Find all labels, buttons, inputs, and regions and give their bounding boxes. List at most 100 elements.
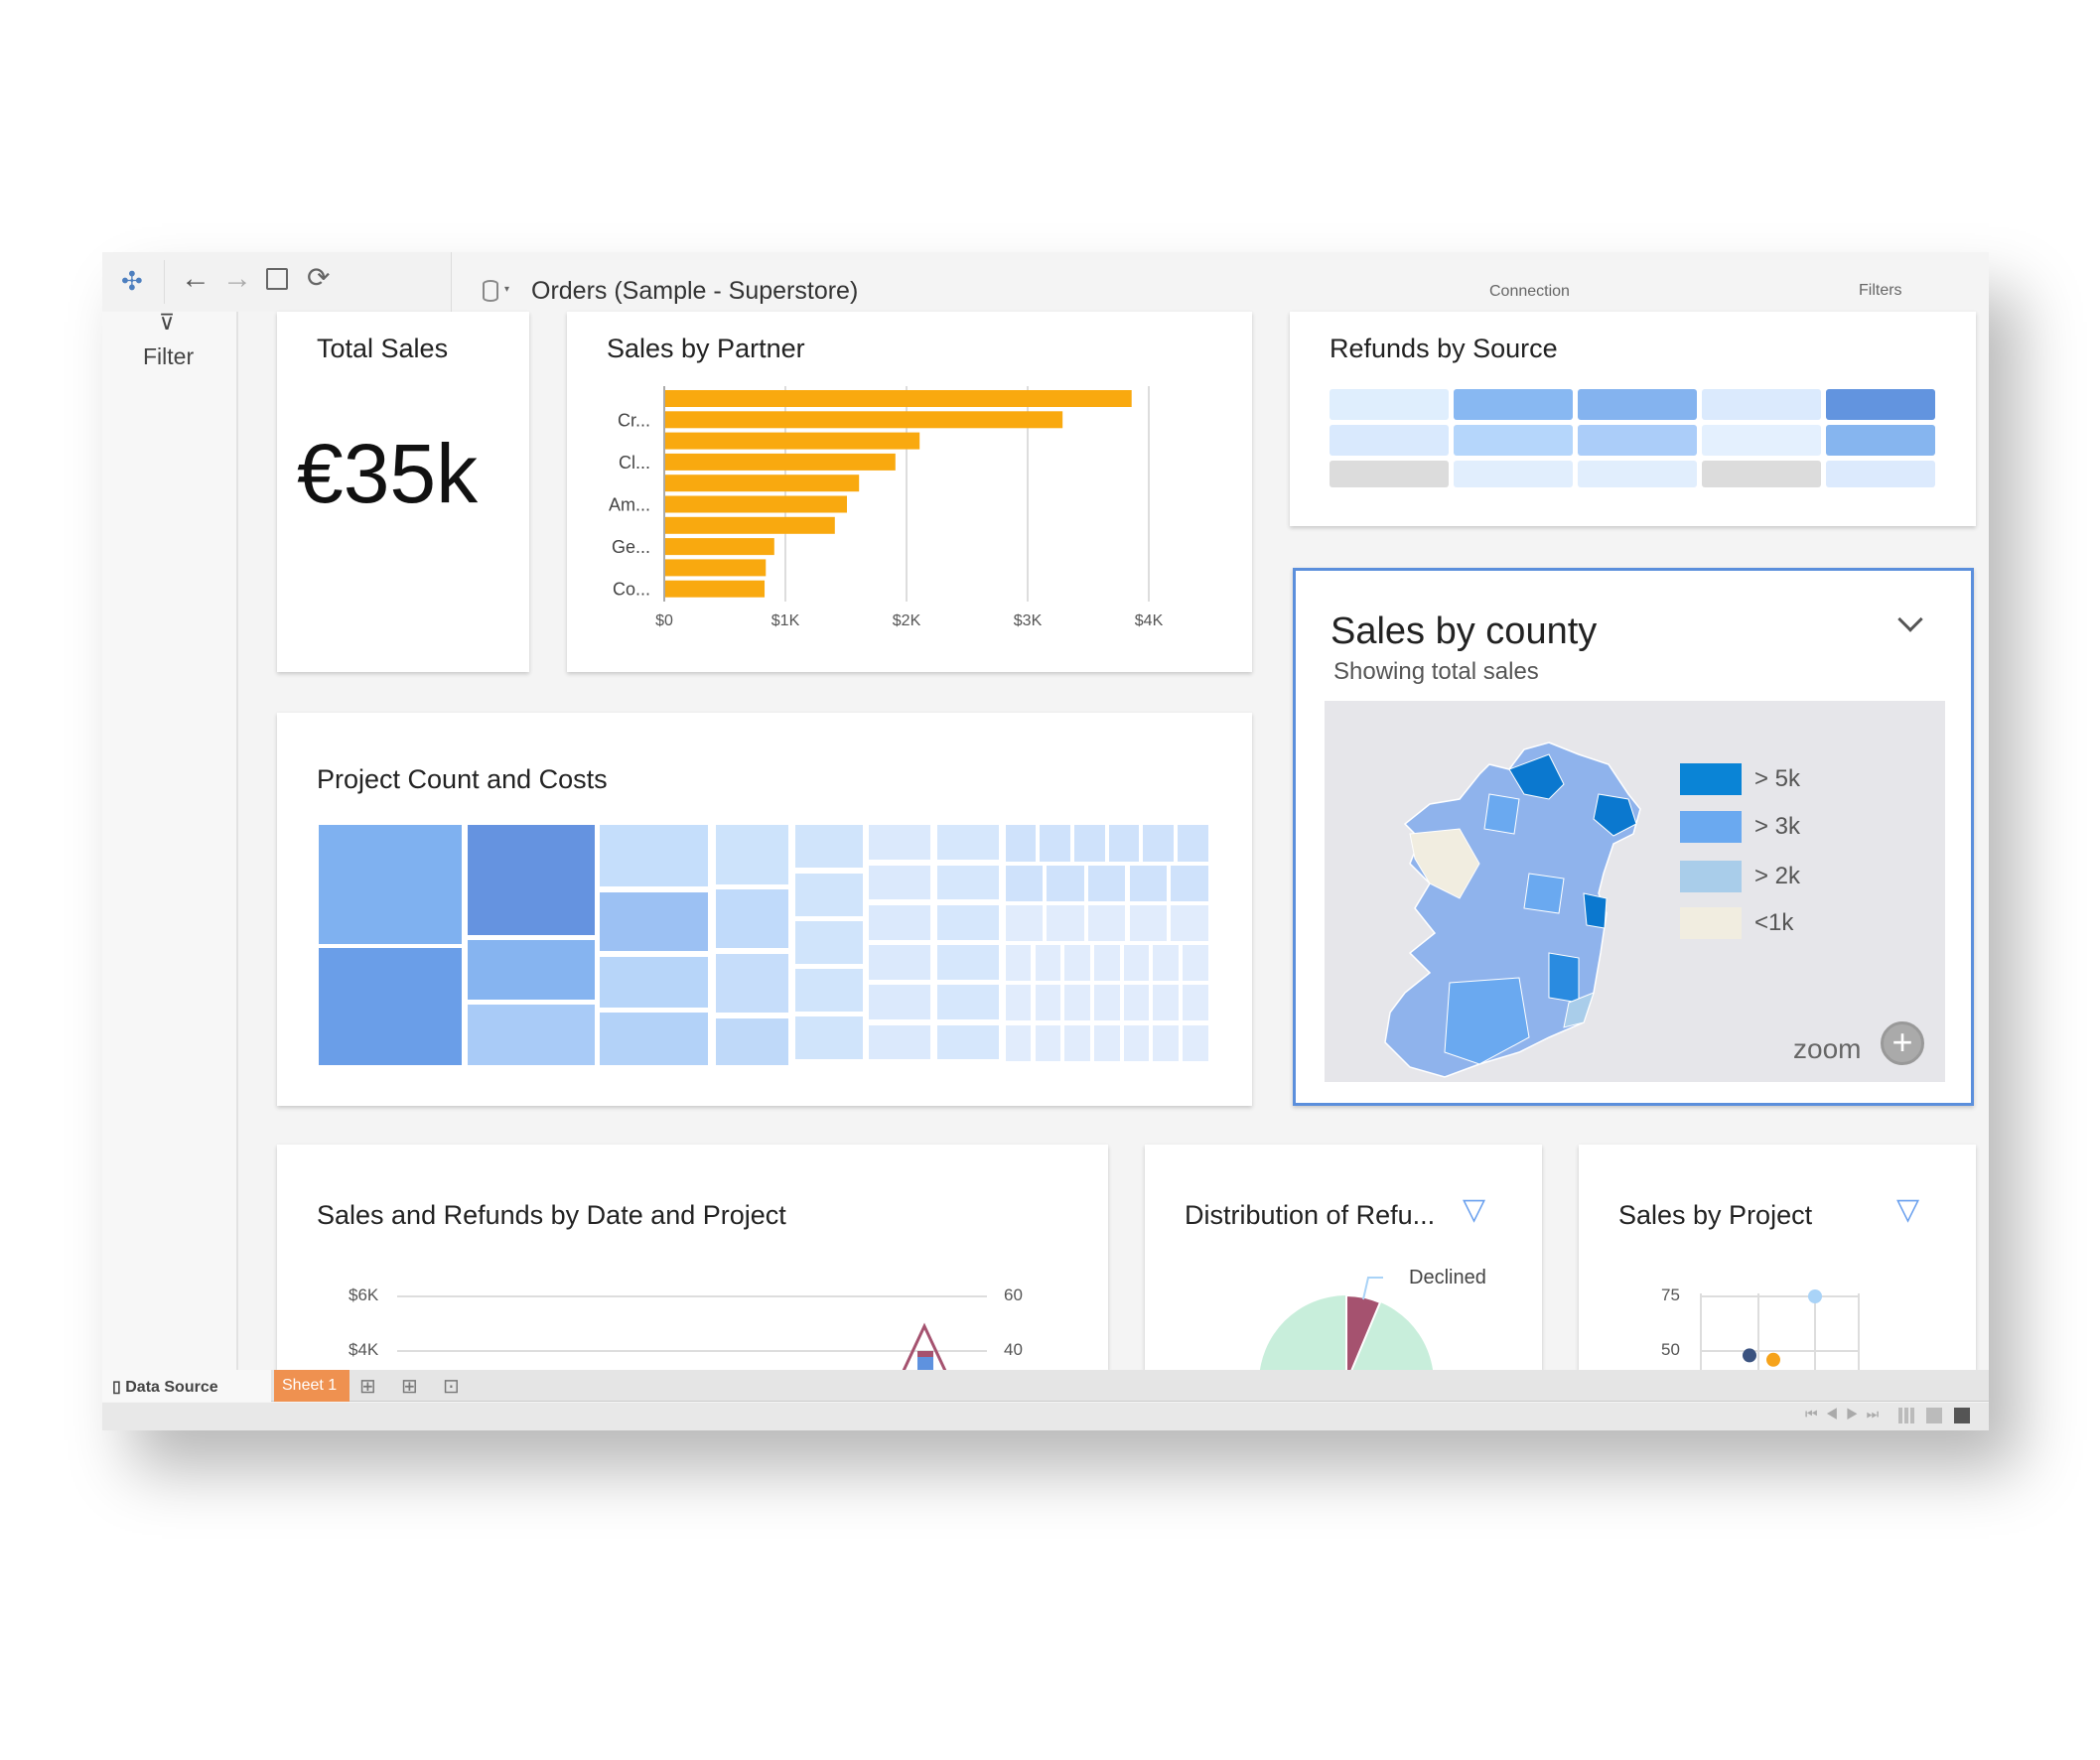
heatmap-cell[interactable] — [1330, 389, 1449, 420]
datasource-icon[interactable] — [483, 280, 498, 302]
sales-by-partner-card[interactable]: Sales by Partner $0 $1K $2K $3K $4K Cr... Cl..… — [567, 312, 1252, 672]
refresh-icon[interactable]: ⟳ — [307, 261, 330, 294]
treemap-cell[interactable] — [1005, 985, 1032, 1021]
refunds-by-source-card[interactable]: Refunds by Source — [1290, 312, 1976, 526]
sales-by-project-card[interactable]: Sales by Project ▽ 75 50 — [1579, 1145, 1976, 1370]
heatmap-cell[interactable] — [1454, 389, 1573, 420]
heatmap-cell[interactable] — [1578, 425, 1697, 456]
legend-swatch[interactable] — [1680, 763, 1742, 795]
treemap-cell[interactable] — [600, 891, 709, 952]
map-area[interactable]: > 5k > 3k > 2k <1k zoom + — [1325, 701, 1945, 1082]
treemap-cell[interactable] — [1108, 825, 1140, 862]
treemap-cell[interactable] — [600, 1013, 709, 1065]
treemap-cell[interactable] — [1153, 1024, 1179, 1061]
sales-by-county-card[interactable]: Sales by county Showing total sales > 5k… — [1293, 568, 1974, 1106]
treemap-cell[interactable] — [1123, 1024, 1150, 1061]
forward-arrow-icon[interactable]: → — [222, 262, 252, 296]
total-sales-card[interactable]: Total Sales €35k — [277, 312, 529, 672]
treemap-cell[interactable] — [1047, 865, 1084, 901]
treemap-cell[interactable] — [1005, 1024, 1032, 1061]
treemap-cell[interactable] — [937, 825, 1000, 861]
treemap-cell[interactable] — [1035, 985, 1061, 1021]
heatmap-cell[interactable] — [1702, 389, 1821, 420]
treemap-cell[interactable] — [1064, 985, 1090, 1021]
treemap-cell[interactable] — [716, 1017, 789, 1065]
treemap-cell[interactable] — [1035, 1024, 1061, 1061]
treemap-cell[interactable] — [1171, 904, 1208, 941]
treemap-cell[interactable] — [1153, 945, 1179, 982]
treemap-cell[interactable] — [869, 825, 931, 861]
datasource-dropdown-icon[interactable]: ▾ — [504, 284, 509, 295]
treemap-cell[interactable] — [467, 940, 595, 1000]
filter-icon[interactable]: ⊽ — [159, 310, 175, 336]
legend-swatch[interactable] — [1680, 811, 1742, 843]
treemap-cell[interactable] — [1074, 825, 1105, 862]
treemap-cell[interactable] — [1064, 945, 1090, 982]
heatmap-cell[interactable] — [1330, 425, 1449, 456]
chevron-down-icon[interactable] — [1897, 607, 1923, 632]
treemap-cell[interactable] — [795, 969, 863, 1013]
treemap-cell[interactable] — [795, 920, 863, 964]
treemap-cell[interactable] — [716, 889, 789, 949]
treemap-cell[interactable] — [795, 1016, 863, 1060]
filter-label[interactable]: Filter — [143, 343, 194, 370]
treemap-cell[interactable] — [1182, 985, 1208, 1021]
treemap-cell[interactable] — [869, 945, 931, 980]
treemap-cell[interactable] — [1123, 985, 1150, 1021]
heatmap-cell[interactable] — [1702, 461, 1821, 487]
treemap-cell[interactable] — [318, 948, 463, 1065]
legend-swatch[interactable] — [1680, 907, 1742, 939]
zoom-plus-icon[interactable]: + — [1881, 1021, 1924, 1065]
grid-view-icon[interactable] — [1898, 1408, 1914, 1423]
treemap-cell[interactable] — [937, 904, 1000, 940]
treemap-cell[interactable] — [1182, 1024, 1208, 1061]
treemap-cell[interactable] — [1087, 865, 1126, 901]
treemap-cell[interactable] — [600, 825, 709, 887]
heatmap-cell[interactable] — [1826, 425, 1935, 456]
treemap-cell[interactable] — [1171, 865, 1208, 901]
treemap-cell[interactable] — [937, 1024, 1000, 1060]
heatmap-cell[interactable] — [1702, 425, 1821, 456]
tab-view-icon[interactable] — [1954, 1408, 1970, 1423]
treemap-cell[interactable] — [1005, 904, 1044, 941]
heatmap-cell[interactable] — [1826, 389, 1935, 420]
treemap-cell[interactable] — [1047, 904, 1084, 941]
treemap-cell[interactable] — [869, 865, 931, 900]
back-arrow-icon[interactable]: ← — [181, 262, 210, 296]
ireland-map[interactable] — [1325, 701, 1945, 1082]
treemap-cell[interactable] — [937, 985, 1000, 1020]
save-icon[interactable] — [266, 268, 288, 290]
new-story-icon[interactable]: ⊡ — [443, 1374, 460, 1399]
heatmap-cell[interactable] — [1454, 425, 1573, 456]
treemap-cell[interactable] — [1093, 945, 1120, 982]
heatmap-cell[interactable] — [1454, 461, 1573, 487]
new-dashboard-icon[interactable]: ⊞ — [401, 1374, 418, 1399]
treemap-cell[interactable] — [1005, 825, 1037, 862]
treemap-cell[interactable] — [716, 825, 789, 884]
treemap-cell[interactable] — [1093, 985, 1120, 1021]
treemap-cell[interactable] — [1123, 945, 1150, 982]
treemap-cell[interactable] — [1129, 904, 1167, 941]
tableau-logo-icon[interactable]: ✣ — [121, 266, 143, 297]
treemap-cell[interactable] — [1093, 1024, 1120, 1061]
treemap-cell[interactable] — [937, 945, 1000, 980]
project-count-card[interactable]: Project Count and Costs — [277, 713, 1252, 1106]
sheet1-tab[interactable]: Sheet 1 — [274, 1370, 350, 1402]
treemap-cell[interactable] — [869, 904, 931, 940]
treemap-cell[interactable] — [1064, 1024, 1090, 1061]
treemap-cell[interactable] — [1177, 825, 1208, 862]
treemap-cell[interactable] — [795, 825, 863, 869]
treemap-cell[interactable] — [1035, 945, 1061, 982]
new-worksheet-icon[interactable]: ⊞ — [359, 1374, 376, 1399]
data-source-tab[interactable]: ▯ Data Source — [102, 1370, 271, 1402]
treemap-cell[interactable] — [869, 985, 931, 1020]
heatmap-cell[interactable] — [1330, 461, 1449, 487]
treemap-cell[interactable] — [1182, 945, 1208, 982]
sales-refunds-date-card[interactable]: Sales and Refunds by Date and Project $6… — [277, 1145, 1108, 1370]
heatmap-cell[interactable] — [1826, 461, 1935, 487]
treemap-cell[interactable] — [1143, 825, 1174, 862]
treemap-cell[interactable] — [1087, 904, 1126, 941]
treemap-cell[interactable] — [467, 825, 595, 935]
filmstrip-view-icon[interactable] — [1926, 1408, 1942, 1423]
treemap-cell[interactable] — [467, 1005, 595, 1065]
